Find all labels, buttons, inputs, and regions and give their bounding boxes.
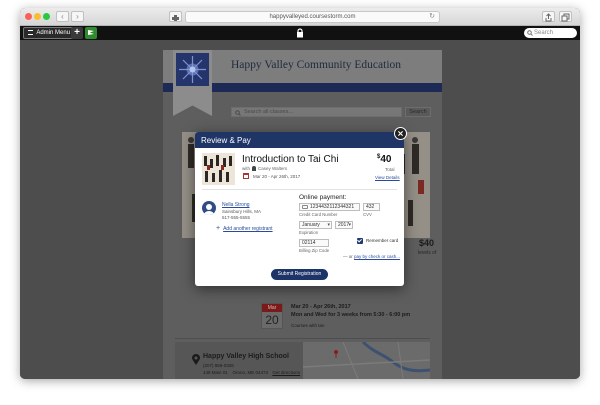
close-icon[interactable] — [394, 127, 407, 140]
add-registrant-label: Add another registrant — [223, 226, 273, 232]
reload-icon[interactable]: ↻ — [429, 12, 435, 22]
schedule-link[interactable]: Courses with tan — [291, 323, 325, 328]
expiration-month-value: January — [302, 222, 320, 228]
class-search-placeholder: Search all classes... — [244, 109, 293, 115]
back-button[interactable]: ‹ — [56, 11, 69, 22]
course-price: $40 — [377, 154, 391, 165]
get-directions-link[interactable]: Get directions — [272, 370, 300, 375]
location-phone: (207) 866-0326 — [203, 363, 234, 368]
modal-header: Review & Pay — [195, 132, 404, 148]
modal-title: Review & Pay — [201, 136, 251, 145]
billing-zip-label: Billing Zip Code — [299, 248, 330, 253]
view-details-link[interactable]: View Details — [375, 175, 400, 180]
location-street: 148 Main St. — [203, 370, 229, 375]
submit-registration-button[interactable]: Submit Registration — [271, 269, 328, 280]
location-city: Orono, ME 04473 — [232, 370, 269, 375]
card-number-label: Credit Card Number — [299, 212, 338, 217]
expiration-year-value: 2017 — [338, 222, 350, 228]
calendar-day: 20 — [265, 313, 279, 327]
billing-zip-input[interactable]: 02114 — [299, 239, 329, 247]
registrant-phone: 617-555-5555 — [222, 215, 251, 220]
browser-toolbar: ‹ › happyvalleyed.coursestorm.com ↻ — [20, 8, 580, 26]
schedule-date: Mar 20 - Apr 26th, 2017 — [291, 304, 351, 310]
course-dates: Mar 20 - Apr 26th, 2017 — [253, 174, 301, 179]
remember-card-label: Remember card — [366, 238, 399, 243]
hamburger-icon — [28, 30, 33, 35]
zoom-window-button[interactable] — [43, 13, 50, 20]
pay-by-check-link[interactable]: pay by check or cash... — [354, 254, 400, 259]
schedule-time: Mon and Wed for 3 weeks from 5:30 - 6:00… — [291, 312, 411, 318]
class-search-button[interactable]: Search — [405, 107, 431, 117]
close-window-button[interactable] — [25, 13, 32, 20]
class-search-input[interactable]: Search all classes... — [231, 107, 402, 117]
chevron-down-icon: ▾ — [327, 222, 330, 228]
cvv-input[interactable]: 432 — [363, 203, 380, 211]
plus-icon: + — [216, 225, 221, 232]
calendar-icon: Mar 20 — [261, 303, 283, 329]
address-text: happyvalleyed.coursestorm.com — [269, 14, 356, 20]
chevron-down-icon: ▾ — [348, 222, 351, 228]
price-value: 40 — [380, 154, 392, 165]
expiration-label: Expiration — [299, 230, 319, 235]
instructor-line: with Casey Walters — [242, 166, 288, 172]
alt-payment-prefix: — or — [343, 254, 353, 259]
card-number-input[interactable]: 1234432112344321 — [299, 203, 360, 211]
background-price: $40 — [419, 238, 435, 248]
admin-search-placeholder: Search — [534, 30, 554, 36]
forward-button[interactable]: › — [71, 11, 84, 22]
review-pay-modal: Review & Pay Introduction to Tai Chi wit… — [195, 127, 407, 286]
site-title[interactable]: Happy Valley Community Education — [231, 59, 401, 71]
background-blurb: levels of — [418, 250, 437, 256]
calendar-icon — [243, 173, 249, 179]
expiration-month-select[interactable]: January ▾ — [299, 221, 332, 229]
admin-menu-label: Admin Menu — [36, 30, 71, 36]
card-icon — [302, 205, 308, 209]
instructor-name: Casey Walters — [258, 166, 288, 171]
search-icon — [235, 110, 241, 116]
registrant-name-link[interactable]: Nella Strong — [222, 202, 250, 208]
lock-icon — [297, 28, 303, 38]
share-icon[interactable] — [542, 11, 555, 22]
section-divider — [175, 338, 430, 339]
avatar — [202, 201, 216, 215]
add-registrant-link[interactable]: + Add another registrant — [216, 225, 273, 232]
remember-card-checkbox[interactable] — [357, 238, 363, 244]
search-icon — [527, 30, 533, 36]
tabs-icon[interactable] — [559, 11, 572, 22]
registrant-city: Sainsbury Hills, MA — [222, 209, 262, 214]
cvv-label: CVV — [363, 212, 372, 217]
course-title: Introduction to Tai Chi — [242, 154, 339, 165]
admin-search-input[interactable]: Search — [524, 28, 577, 38]
alt-payment-line: — or pay by check or cash... — [343, 254, 400, 259]
location-name: Happy Valley High School — [203, 353, 289, 360]
with-prefix: with — [242, 166, 251, 171]
minimize-window-button[interactable] — [34, 13, 41, 20]
person-icon — [252, 166, 257, 172]
add-plus-button[interactable]: + — [71, 27, 83, 39]
admin-bar: Admin Menu + Search — [20, 26, 580, 40]
total-label: Total — [385, 167, 395, 172]
extensions-icon[interactable] — [169, 11, 182, 22]
desktop: ‹ › happyvalleyed.coursestorm.com ↻ Admi… — [0, 0, 600, 405]
map-pin-icon — [192, 354, 200, 365]
payment-heading: Online payment: — [299, 194, 347, 201]
modal-divider — [202, 189, 397, 190]
course-thumbnail — [202, 153, 235, 185]
location-map[interactable] — [303, 342, 430, 379]
flag-icon[interactable] — [85, 27, 97, 39]
admin-menu-button[interactable]: Admin Menu — [23, 27, 76, 39]
expiration-year-select[interactable]: 2017 ▾ — [335, 221, 353, 229]
calendar-month: Mar — [262, 304, 282, 312]
address-bar[interactable]: happyvalleyed.coursestorm.com ↻ — [185, 11, 440, 23]
card-number-value: 1234432112344321 — [310, 204, 355, 210]
logo-seal-icon[interactable] — [176, 53, 209, 86]
location-address: 148 Main St. Orono, ME 04473 Get directi… — [203, 370, 300, 375]
